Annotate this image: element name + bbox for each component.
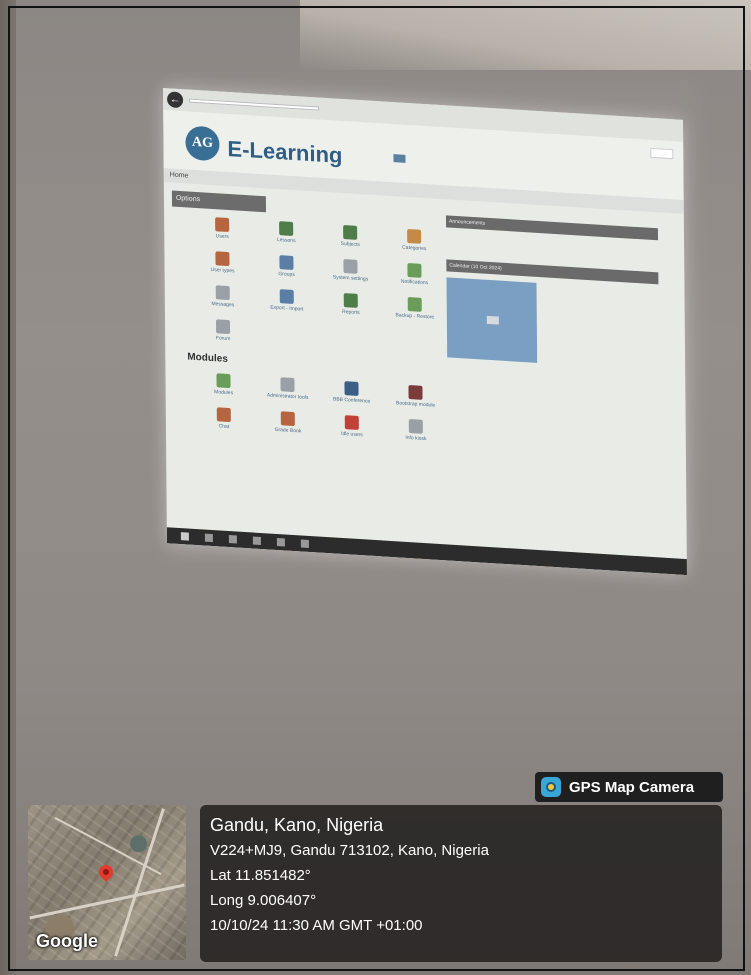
photo-border <box>8 6 745 971</box>
photo-frame: ← AG E-Learning Home Options Users Lesson… <box>0 0 751 975</box>
